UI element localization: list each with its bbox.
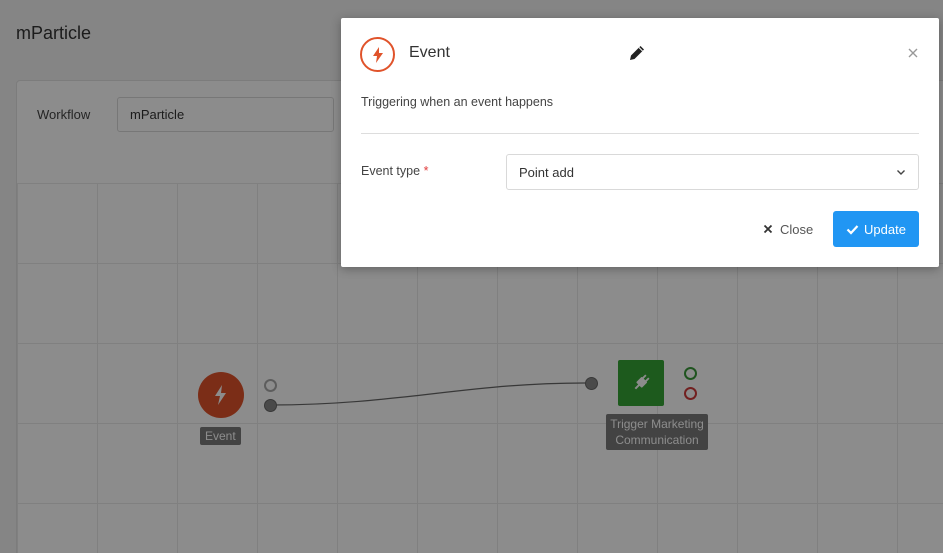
x-icon <box>763 224 773 234</box>
modal-title: Event <box>409 44 450 61</box>
close-icon[interactable] <box>906 46 920 60</box>
required-mark: * <box>423 164 429 178</box>
divider <box>361 133 919 134</box>
update-button[interactable]: Update <box>833 211 919 247</box>
modal-event-icon <box>360 37 395 72</box>
event-modal: Event Triggering when an event happens E… <box>341 18 939 267</box>
event-type-label-text: Event type <box>361 164 421 178</box>
close-button-label: Close <box>780 221 814 237</box>
pencil-icon[interactable] <box>627 43 647 63</box>
check-icon <box>846 224 859 235</box>
lightning-icon <box>372 46 383 63</box>
close-button[interactable]: Close <box>757 212 819 246</box>
event-type-value: Point add <box>519 165 574 180</box>
modal-subtitle: Triggering when an event happens <box>361 95 554 109</box>
update-button-label: Update <box>864 221 906 237</box>
event-type-select[interactable]: Point add <box>506 154 919 190</box>
chevron-down-icon <box>897 170 905 175</box>
event-type-label: Event type * <box>361 164 428 178</box>
